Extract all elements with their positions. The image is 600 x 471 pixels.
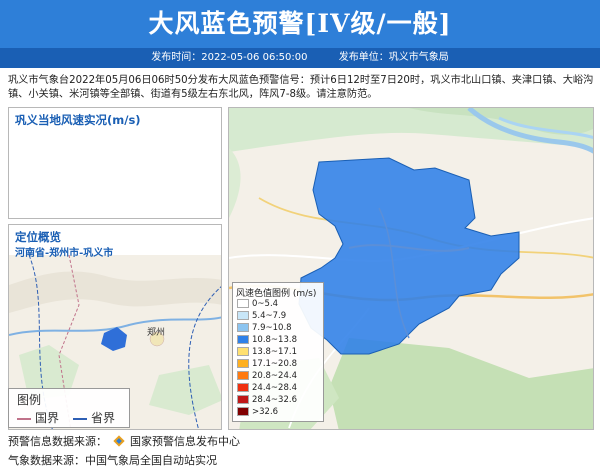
publish-info-bar: 发布时间：2022-05-06 06:50:00 发布单位：巩义市气象局 [0,48,600,68]
color-swatch [237,395,249,404]
legend-national-border: 国界 [17,409,59,426]
wind-speed-panel-title: 巩义当地风速实况(m/s) [15,113,141,127]
wind-legend-row: 28.4~32.6 [237,395,297,406]
wind-legend-row: 7.9~10.8 [237,323,292,334]
publish-time: 发布时间：2022-05-06 06:50:00 [151,52,308,63]
location-panel-title: 定位概览 [15,230,61,244]
color-swatch [237,311,249,320]
color-swatch [237,299,249,308]
color-swatch [237,323,249,332]
wind-legend-row: 13.8~17.1 [237,347,297,358]
color-swatch [237,359,249,368]
wind-speed-panel: 巩义当地风速实况(m/s) [8,107,222,219]
map-legend-title: 图例 [17,393,42,407]
color-swatch [237,371,249,380]
wind-speed-legend: 风速色值图例 (m/s) 0~5.4 5.4~7.9 7.9~10.8 10.8… [232,282,324,422]
warning-source-name: 国家预警信息发布中心 [130,435,240,448]
location-path: 河南省-郑州市-巩义市 [15,248,114,259]
wind-legend-row: 17.1~20.8 [237,359,297,370]
color-swatch [237,407,249,416]
wind-legend-row: 24.4~28.4 [237,383,297,394]
color-swatch [237,383,249,392]
color-swatch [237,335,249,344]
warning-center-logo-icon [112,435,125,447]
wind-legend-row: 10.8~13.8 [237,335,297,346]
wind-legend-row: 20.8~24.4 [237,371,297,382]
wind-legend-title: 风速色值图例 (m/s) [236,289,317,299]
wind-legend-row: >32.6 [237,407,278,418]
wind-legend-row: 0~5.4 [237,299,278,310]
warning-description: 巩义市气象台2022年05月06日06时50分发布大风蓝色预警信号：预计6日12… [8,75,594,100]
publish-unit: 发布单位：巩义市气象局 [338,52,449,63]
legend-province-border: 省界 [73,409,115,426]
map-legend: 图例 国界 省界 [8,388,130,428]
wind-legend-row: 5.4~7.9 [237,311,286,322]
warning-title: 大风蓝色预警[IV级/一般] [148,9,452,38]
warning-source-label: 预警信息数据来源： [8,435,107,448]
national-border-line-icon [17,417,31,420]
header-bar: 大风蓝色预警[IV级/一般] [0,0,600,48]
warning-source-line: 预警信息数据来源： 国家预警信息发布中心 [8,433,240,449]
city-label-zhengzhou: 郑州 [147,328,166,338]
weather-source-line: 气象数据来源：中国气象局全国自动站实况 [8,454,217,467]
province-border-line-icon [73,417,87,420]
color-swatch [237,347,249,356]
